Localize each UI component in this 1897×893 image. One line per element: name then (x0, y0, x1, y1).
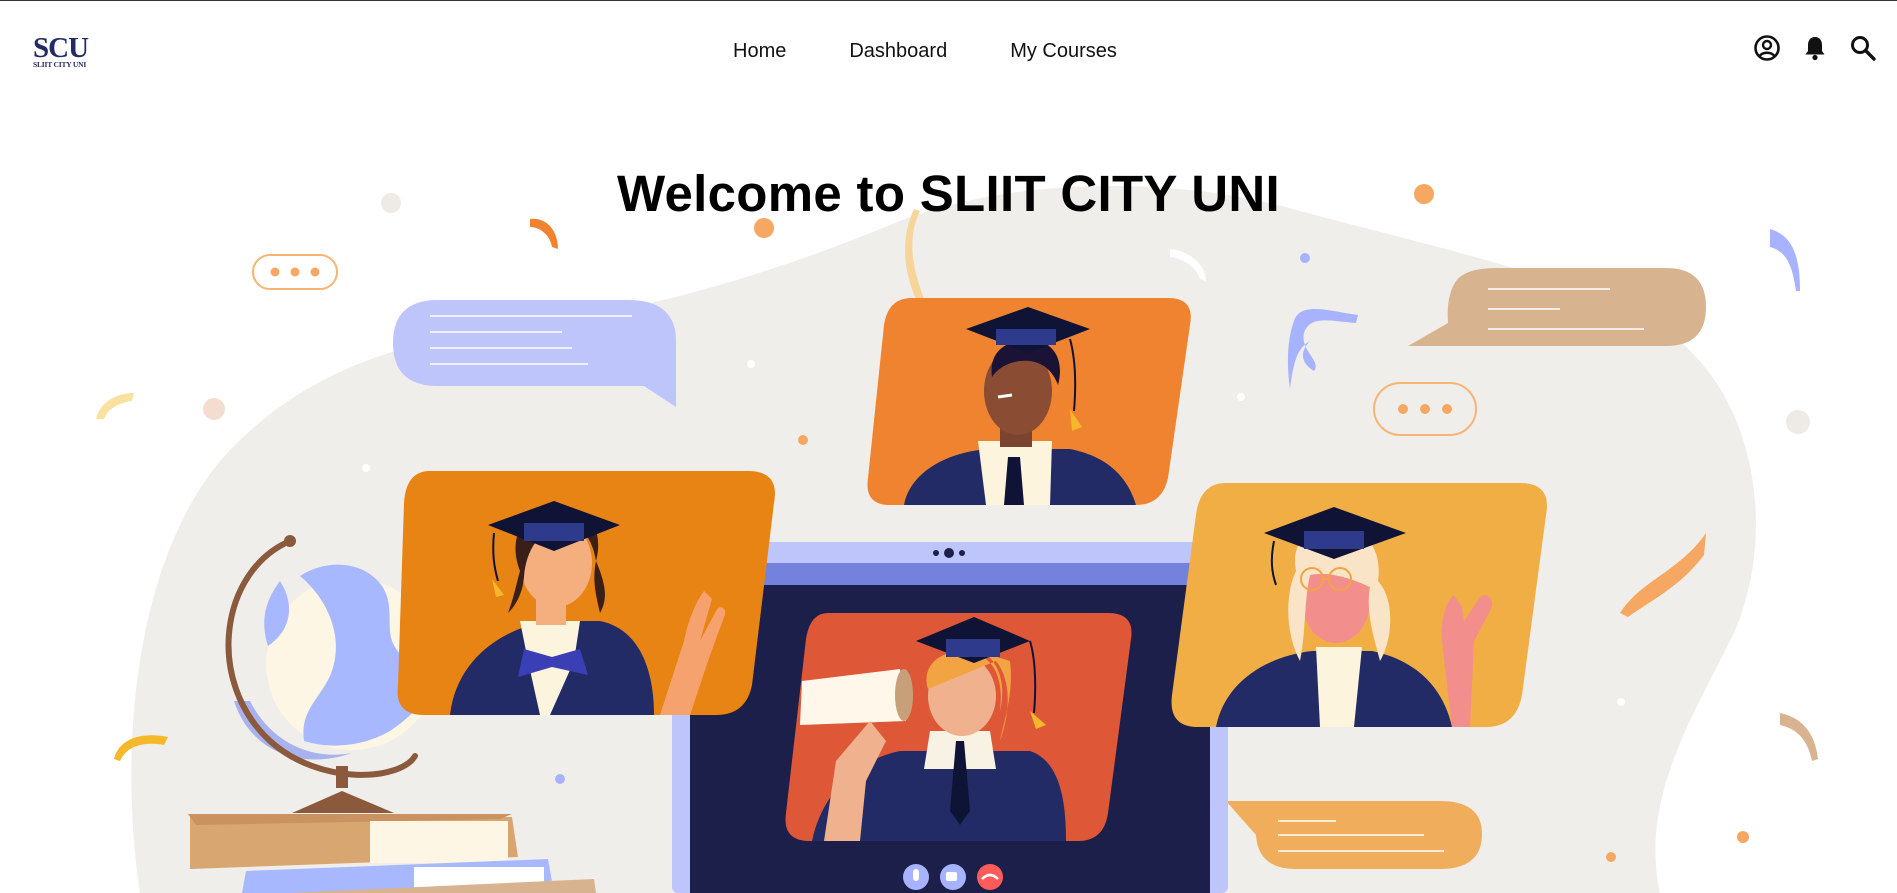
main-nav: Home Dashboard My Courses (733, 39, 1117, 63)
bell-icon[interactable] (1801, 34, 1829, 62)
graduate-card-left (397, 471, 775, 715)
logo-sub-text: SLIIT CITY UNI (33, 60, 87, 69)
search-icon[interactable] (1849, 34, 1877, 62)
typing-bubble-left (252, 254, 338, 290)
account-circle-icon[interactable] (1753, 34, 1781, 62)
graduate-card-right (1171, 483, 1547, 727)
top-navbar: SCU SLIIT CITY UNI Home Dashboard My Cou… (0, 1, 1897, 101)
nav-link-my-courses[interactable]: My Courses (1010, 39, 1117, 63)
scu-logo[interactable]: SCU SLIIT CITY UNI (33, 32, 93, 71)
hero-title: Welcome to SLIIT CITY UNI (616, 165, 1281, 222)
hero-section: Welcome to SLIIT CITY UNI (0, 101, 1897, 893)
logo-main-text: SCU (33, 32, 89, 64)
nav-link-home[interactable]: Home (733, 39, 786, 63)
graduate-card-center (785, 613, 1132, 841)
nav-icon-group (1753, 33, 1877, 63)
call-control-buttons (903, 864, 1003, 890)
graduate-card-top (867, 298, 1191, 505)
nav-link-dashboard[interactable]: Dashboard (849, 39, 947, 63)
